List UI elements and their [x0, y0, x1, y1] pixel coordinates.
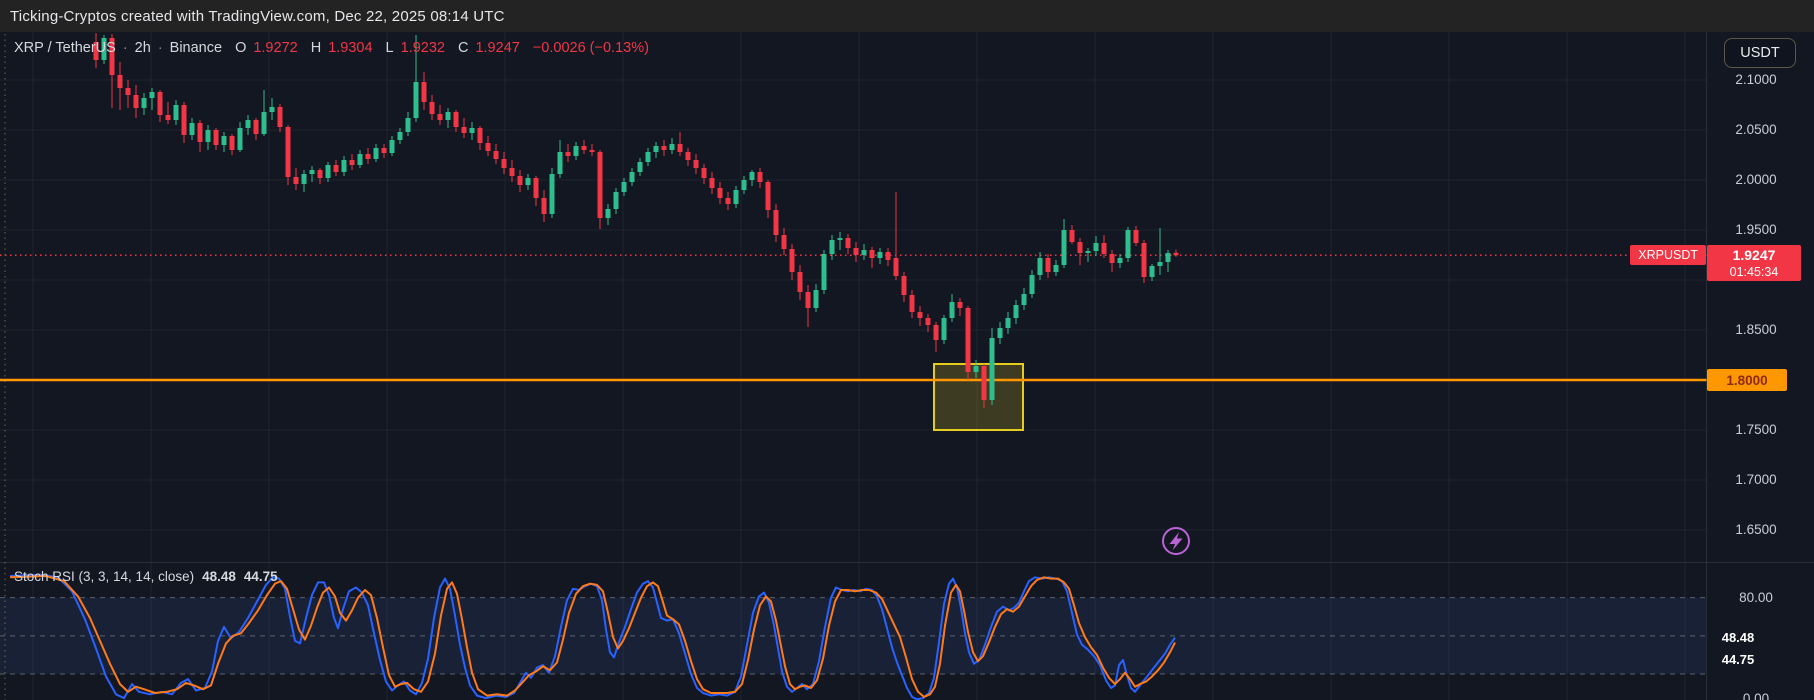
symbol-ohlc-row: XRP / TetherUS · 2h · Binance O 1.9272 H1…	[14, 40, 649, 56]
open-value: 1.9272	[253, 40, 298, 56]
bar-countdown: 01:45:34	[1729, 265, 1779, 280]
chart-canvas[interactable]	[0, 0, 1814, 700]
candles-layer	[93, 33, 1179, 408]
close-label: C	[457, 40, 469, 56]
demand-zone-box[interactable]	[933, 363, 1024, 431]
price-tick-label: 2.0500	[1735, 122, 1777, 137]
open-label: O	[235, 40, 247, 56]
currency-toggle-button[interactable]: USDT	[1724, 38, 1796, 68]
separator: ·	[122, 40, 128, 56]
last-price-symbol-tag: XRPUSDT	[1630, 245, 1706, 266]
indicator-name[interactable]: Stoch RSI (3, 3, 14, 14, close)	[14, 569, 194, 584]
boost-button[interactable]	[1162, 527, 1190, 555]
attribution-bar: Ticking-Cryptos created with TradingView…	[0, 0, 1814, 32]
indicator-legend-row: Stoch RSI (3, 3, 14, 14, close) 48.48 44…	[14, 569, 278, 584]
last-price-value: 1.9247	[1732, 247, 1776, 264]
high-label: H	[310, 40, 322, 56]
price-tick-label: 1.8500	[1735, 322, 1777, 337]
low-value: 1.9232	[400, 40, 445, 56]
price-tick-label: 1.6500	[1735, 522, 1777, 537]
attribution-text: Ticking-Cryptos created with TradingView…	[10, 7, 505, 25]
stoch-k-badge: 48.48	[1721, 630, 1755, 646]
price-tick-label: 2.0000	[1735, 172, 1777, 187]
stoch-d-value: 44.75	[243, 569, 278, 584]
low-label: L	[385, 40, 394, 56]
change-value: −0.0026 (−0.13%)	[532, 40, 649, 56]
separator: ·	[157, 40, 163, 56]
price-tick-label: 1.9500	[1735, 222, 1777, 237]
price-tick-label: 1.7500	[1735, 422, 1777, 437]
stoch-d-badge: 44.75	[1721, 652, 1755, 668]
stoch-tick-label: 0.00	[1742, 691, 1770, 700]
last-price-badge: 1.9247 01:45:34	[1707, 245, 1801, 282]
close-value: 1.9247	[475, 40, 520, 56]
horizontal-line-price-badge: 1.8000	[1707, 369, 1787, 391]
stoch-k-value: 48.48	[202, 569, 236, 584]
interval-label[interactable]: 2h	[135, 40, 151, 56]
symbol-name[interactable]: XRP / TetherUS	[14, 40, 116, 56]
tradingview-chart-window: Ticking-Cryptos created with TradingView…	[0, 0, 1814, 700]
high-value: 1.9304	[328, 40, 373, 56]
exchange-label[interactable]: Binance	[170, 40, 222, 56]
price-tick-label: 1.7000	[1735, 472, 1777, 487]
price-tick-label: 2.1000	[1735, 72, 1777, 87]
stoch-tick-label: 80.00	[1739, 589, 1773, 605]
